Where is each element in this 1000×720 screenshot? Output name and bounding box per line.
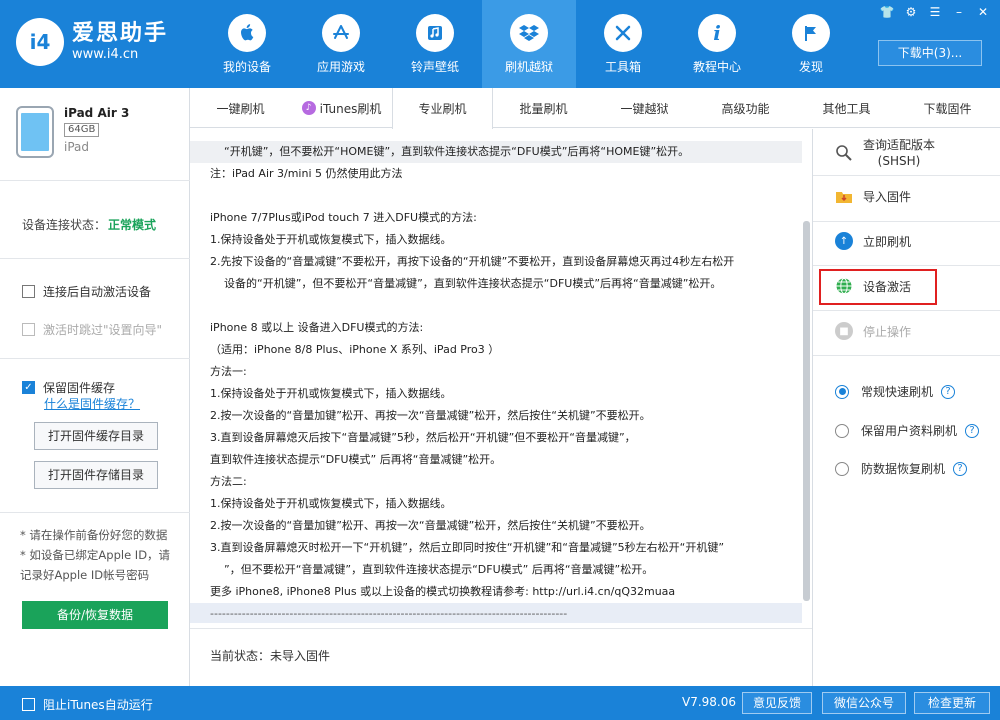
app-url: www.i4.cn bbox=[72, 47, 139, 62]
minimize-icon[interactable]: – bbox=[950, 4, 968, 20]
check-update-button[interactable]: 检查更新 bbox=[914, 692, 990, 714]
tab-one-click-jailbreak[interactable]: 一键越狱 bbox=[594, 88, 695, 128]
top-header: i4 爱思助手 www.i4.cn 我的设备 应用游戏 铃声壁纸 刷机越狱 工具… bbox=[0, 0, 1000, 88]
nav-discover[interactable]: 发现 bbox=[764, 0, 858, 88]
mode-normal-fast-radio[interactable]: 常规快速刷机 ? bbox=[835, 383, 956, 400]
flash-now-button[interactable]: ↑ 立即刷机 bbox=[835, 232, 911, 250]
device-type: iPad bbox=[64, 140, 90, 154]
app-name: 爱思助手 bbox=[72, 21, 169, 46]
nav-flash-jailbreak[interactable]: 刷机越狱 bbox=[482, 0, 576, 88]
apple-icon bbox=[228, 14, 266, 52]
activate-device-button[interactable]: 设备激活 bbox=[835, 277, 911, 295]
nav-apps-games[interactable]: 应用游戏 bbox=[294, 0, 388, 88]
tab-pro-flash[interactable]: 专业刷机 bbox=[392, 88, 493, 129]
logo-badge: i4 bbox=[16, 18, 64, 66]
help-icon[interactable]: ? bbox=[941, 384, 956, 399]
stop-icon: ■ bbox=[835, 322, 853, 340]
music-note-icon bbox=[416, 14, 454, 52]
tab-other-tools[interactable]: 其他工具 bbox=[796, 88, 897, 128]
connection-status: 设备连接状态： 正常模式 bbox=[22, 218, 157, 232]
auto-activate-checkbox[interactable]: 连接后自动激活设备 bbox=[22, 283, 151, 300]
tab-itunes-flash[interactable]: ♪ iTunes刷机 bbox=[291, 88, 392, 128]
shirt-icon[interactable]: 👕 bbox=[878, 4, 896, 20]
tab-advanced[interactable]: 高级功能 bbox=[695, 88, 796, 128]
info-icon: i bbox=[698, 14, 736, 52]
download-status-button[interactable]: 下载中(3)... bbox=[878, 40, 982, 66]
app-store-icon bbox=[322, 14, 360, 52]
right-action-panel: 查询适配版本 (SHSH) 导入固件 ↑ 立即刷机 设备激活 ■ 停止操作 常规… bbox=[812, 129, 1000, 686]
itunes-icon: ♪ bbox=[301, 101, 316, 115]
current-status: 当前状态：未导入固件 bbox=[210, 649, 331, 663]
nav-toolbox[interactable]: 工具箱 bbox=[576, 0, 670, 88]
query-shsh-button[interactable]: 查询适配版本 (SHSH) bbox=[835, 137, 935, 169]
dropbox-icon bbox=[510, 14, 548, 52]
gear-icon[interactable]: ⚙ bbox=[902, 4, 920, 20]
app-version: V7.98.06 bbox=[682, 695, 737, 709]
status-bar: 当前状态：未导入固件 bbox=[190, 628, 812, 686]
window-controls: 👕 ⚙ ☰ – ✕ bbox=[878, 4, 992, 20]
stop-operation-button: ■ 停止操作 bbox=[835, 322, 911, 340]
device-capacity: 64GB bbox=[64, 123, 100, 137]
nav-my-device[interactable]: 我的设备 bbox=[200, 0, 294, 88]
backup-restore-button[interactable]: 备份/恢复数据 bbox=[22, 601, 168, 629]
open-cache-dir-button[interactable]: 打开固件缓存目录 bbox=[34, 422, 158, 450]
instructions-text: “开机键”，但不要松开“HOME键”，直到软件连接状态提示“DFU模式”后再将“… bbox=[190, 141, 802, 623]
close-icon[interactable]: ✕ bbox=[974, 4, 992, 20]
device-card: iPad Air 3 64GB iPad bbox=[16, 106, 129, 158]
skip-setup-checkbox: 激活时跳过"设置向导" bbox=[22, 321, 162, 338]
import-firmware-button[interactable]: 导入固件 bbox=[835, 187, 911, 205]
left-sidebar: iPad Air 3 64GB iPad 设备连接状态： 正常模式 连接后自动激活… bbox=[0, 88, 190, 686]
tab-batch-flash[interactable]: 批量刷机 bbox=[493, 88, 594, 128]
arrow-up-icon: ↑ bbox=[835, 232, 853, 250]
tab-one-click-flash[interactable]: 一键刷机 bbox=[190, 88, 291, 128]
tab-download-firmware[interactable]: 下载固件 bbox=[897, 88, 998, 128]
block-itunes-checkbox[interactable]: 阻止iTunes自动运行 bbox=[22, 696, 153, 713]
device-name: iPad Air 3 bbox=[64, 106, 130, 120]
main-nav: 我的设备 应用游戏 铃声壁纸 刷机越狱 工具箱 i 教程中心 发现 bbox=[200, 0, 858, 88]
flag-icon bbox=[792, 14, 830, 52]
nav-ringtones[interactable]: 铃声壁纸 bbox=[388, 0, 482, 88]
open-storage-dir-button[interactable]: 打开固件存储目录 bbox=[34, 461, 158, 489]
instructions-panel[interactable]: “开机键”，但不要松开“HOME键”，直到软件连接状态提示“DFU模式”后再将“… bbox=[190, 129, 812, 623]
what-is-cache-link[interactable]: 什么是固件缓存？ bbox=[44, 395, 140, 412]
bottom-bar: 阻止iTunes自动运行 V7.98.06 意见反馈 微信公众号 检查更新 bbox=[0, 686, 1000, 720]
help-icon[interactable]: ? bbox=[965, 423, 980, 438]
globe-icon bbox=[835, 277, 853, 295]
app-logo: i4 爱思助手 www.i4.cn bbox=[16, 18, 168, 66]
mode-anti-recovery-radio[interactable]: 防数据恢复刷机 ? bbox=[835, 460, 968, 477]
menu-icon[interactable]: ☰ bbox=[926, 4, 944, 20]
nav-tutorials[interactable]: i 教程中心 bbox=[670, 0, 764, 88]
wechat-button[interactable]: 微信公众号 bbox=[822, 692, 906, 714]
help-icon[interactable]: ? bbox=[953, 461, 968, 476]
keep-cache-checkbox[interactable]: ✓ 保留固件缓存 bbox=[22, 379, 115, 396]
mode-keep-data-radio[interactable]: 保留用户资料刷机 ? bbox=[835, 422, 980, 439]
backup-note: * 请在操作前备份好您的数据 * 如设备已绑定Apple ID，请 记录好App… bbox=[20, 528, 171, 582]
ipad-icon bbox=[16, 106, 54, 158]
tools-icon bbox=[604, 14, 642, 52]
connection-status-value: 正常模式 bbox=[108, 218, 157, 232]
flash-tabs: 一键刷机 ♪ iTunes刷机 专业刷机 批量刷机 一键越狱 高级功能 其他工具 … bbox=[190, 88, 1000, 129]
feedback-button[interactable]: 意见反馈 bbox=[742, 692, 812, 714]
folder-import-icon bbox=[835, 187, 853, 205]
content-scrollbar[interactable] bbox=[803, 221, 810, 601]
magnifier-icon bbox=[835, 144, 853, 162]
